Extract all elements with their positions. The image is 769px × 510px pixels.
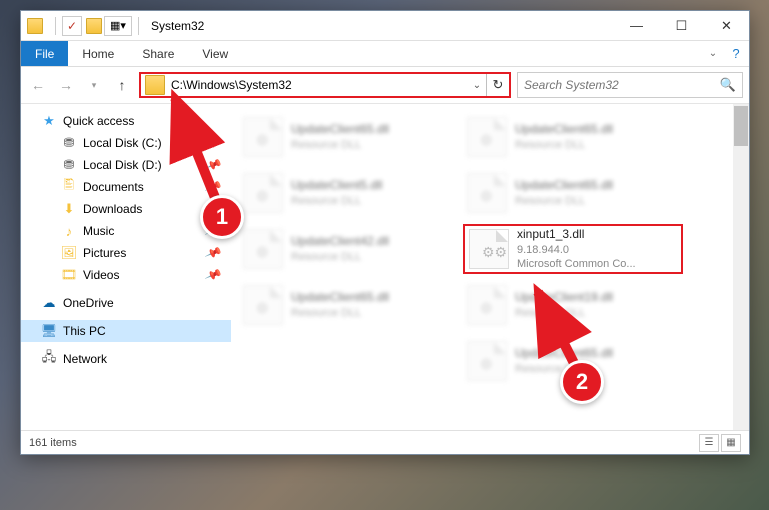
search-input[interactable]: [524, 78, 720, 92]
navbar: ← → ▾ ↑ C:\Windows\System32 ⌄ ↻ 🔍: [21, 67, 749, 103]
pin-icon: 📌: [204, 222, 223, 240]
sidebar-item-pictures[interactable]: 🖼Pictures📌: [21, 242, 231, 264]
sidebar-item-disk-d[interactable]: ⛃Local Disk (D:)📌: [21, 154, 231, 176]
sidebar-network[interactable]: 🖧Network: [21, 348, 231, 370]
minimize-button[interactable]: —: [614, 11, 659, 40]
folder-icon: [145, 75, 165, 95]
search-icon[interactable]: 🔍: [720, 77, 736, 93]
maximize-button[interactable]: ☐: [659, 11, 704, 40]
sidebar-item-documents[interactable]: 🖺Documents📌: [21, 176, 231, 198]
dll-icon: ⚙: [480, 300, 493, 317]
qat-view-icon[interactable]: ▦▾: [104, 16, 132, 36]
explorer-window: ✓ ▦▾ System32 — ☐ ✕ File Home Share View…: [20, 10, 750, 455]
sidebar-item-disk-c[interactable]: ⛃Local Disk (C:)📌: [21, 132, 231, 154]
download-icon: ⬇: [61, 201, 77, 217]
dll-icon: ⚙: [480, 188, 493, 205]
scroll-thumb[interactable]: [734, 106, 748, 146]
file-desc: Microsoft Common Co...: [517, 257, 636, 271]
file-item[interactable]: ⚙UpdateClient65.dllResource DLL: [463, 168, 683, 218]
dll-icon: ⚙: [480, 356, 493, 373]
sidebar-quick-access[interactable]: ★ Quick access: [21, 110, 231, 132]
sidebar-item-downloads[interactable]: ⬇Downloads📌: [21, 198, 231, 220]
file-item[interactable]: ⚙UpdateClient65.dllResource DLL: [239, 280, 459, 330]
pin-icon: 📌: [204, 200, 223, 218]
sidebar-item-videos[interactable]: 🎞Videos📌: [21, 264, 231, 286]
sidebar-onedrive[interactable]: ☁OneDrive: [21, 292, 231, 314]
pc-icon: 🖥: [41, 323, 57, 339]
file-item[interactable]: ⚙UpdateClient19.dllResource DLL: [463, 280, 683, 330]
file-item[interactable]: ⚙UpdateClient65.dllResource DLL: [463, 336, 683, 386]
onedrive-icon: ☁: [41, 295, 57, 311]
dll-icon: ⚙: [256, 188, 269, 205]
forward-button[interactable]: →: [55, 74, 77, 96]
file-item-highlighted[interactable]: ⚙⚙ xinput1_3.dll9.18.944.0Microsoft Commo…: [463, 224, 683, 274]
refresh-icon[interactable]: ↻: [487, 77, 509, 93]
sidebar-this-pc[interactable]: 🖥This PC: [21, 320, 231, 342]
videos-icon: 🎞: [61, 267, 77, 283]
dll-icon: ⚙: [480, 132, 493, 149]
titlebar: ✓ ▦▾ System32 — ☐ ✕: [21, 11, 749, 41]
ribbon-collapse-icon[interactable]: ⌄: [703, 41, 723, 66]
file-list: ⚙UpdateClient65.dllResource DLL ⚙UpdateC…: [231, 104, 749, 430]
dll-icon: ⚙: [256, 244, 269, 261]
star-icon: ★: [41, 113, 57, 129]
folder-icon: 🖺: [61, 179, 77, 195]
folder-icon: [27, 18, 43, 34]
dll-icon: ⚙⚙: [482, 244, 507, 261]
back-button[interactable]: ←: [27, 74, 49, 96]
tab-view[interactable]: View: [188, 41, 242, 66]
network-icon: 🖧: [41, 351, 57, 367]
help-icon[interactable]: ?: [723, 41, 749, 66]
tab-home[interactable]: Home: [68, 41, 128, 66]
close-button[interactable]: ✕: [704, 11, 749, 40]
window-title: System32: [151, 19, 204, 33]
pin-icon: 📌: [204, 134, 223, 152]
file-item[interactable]: ⚙UpdateClient65.dllResource DLL: [463, 112, 683, 162]
sidebar-item-music[interactable]: ♪Music📌: [21, 220, 231, 242]
pin-icon: 📌: [204, 156, 223, 174]
sidebar: ★ Quick access ⛃Local Disk (C:)📌 ⛃Local …: [21, 104, 231, 430]
scrollbar[interactable]: [733, 104, 749, 430]
pin-icon: 📌: [204, 178, 223, 196]
tab-share[interactable]: Share: [128, 41, 188, 66]
disk-icon: ⛃: [61, 135, 77, 151]
file-item[interactable]: ⚙UpdateClient5.dllResource DLL: [239, 168, 459, 218]
file-menu[interactable]: File: [21, 41, 68, 66]
recent-dropdown[interactable]: ▾: [83, 74, 105, 96]
file-version: 9.18.944.0: [517, 243, 636, 257]
pin-icon: 📌: [204, 266, 223, 284]
address-bar[interactable]: C:\Windows\System32 ⌄ ↻: [139, 72, 511, 98]
music-icon: ♪: [61, 223, 77, 239]
item-count: 161 items: [29, 437, 77, 449]
statusbar: 161 items ☰ ▦: [21, 430, 749, 454]
file-item[interactable]: ⚙UpdateClient42.dllResource DLL: [239, 224, 459, 274]
icons-view-button[interactable]: ▦: [721, 434, 741, 452]
disk-icon: ⛃: [61, 157, 77, 173]
file-name: xinput1_3.dll: [517, 227, 636, 243]
dll-icon: ⚙: [256, 300, 269, 317]
ribbon: File Home Share View ⌄ ?: [21, 41, 749, 67]
address-path[interactable]: C:\Windows\System32: [169, 78, 468, 92]
qat-properties-icon[interactable]: ✓: [62, 16, 82, 36]
pictures-icon: 🖼: [61, 245, 77, 261]
details-view-button[interactable]: ☰: [699, 434, 719, 452]
search-box[interactable]: 🔍: [517, 72, 743, 98]
pin-icon: 📌: [204, 244, 223, 262]
address-dropdown-icon[interactable]: ⌄: [468, 80, 486, 91]
qat-newfolder-icon[interactable]: [86, 18, 102, 34]
up-button[interactable]: ↑: [111, 74, 133, 96]
dll-icon: ⚙: [256, 132, 269, 149]
file-item[interactable]: ⚙UpdateClient65.dllResource DLL: [239, 112, 459, 162]
